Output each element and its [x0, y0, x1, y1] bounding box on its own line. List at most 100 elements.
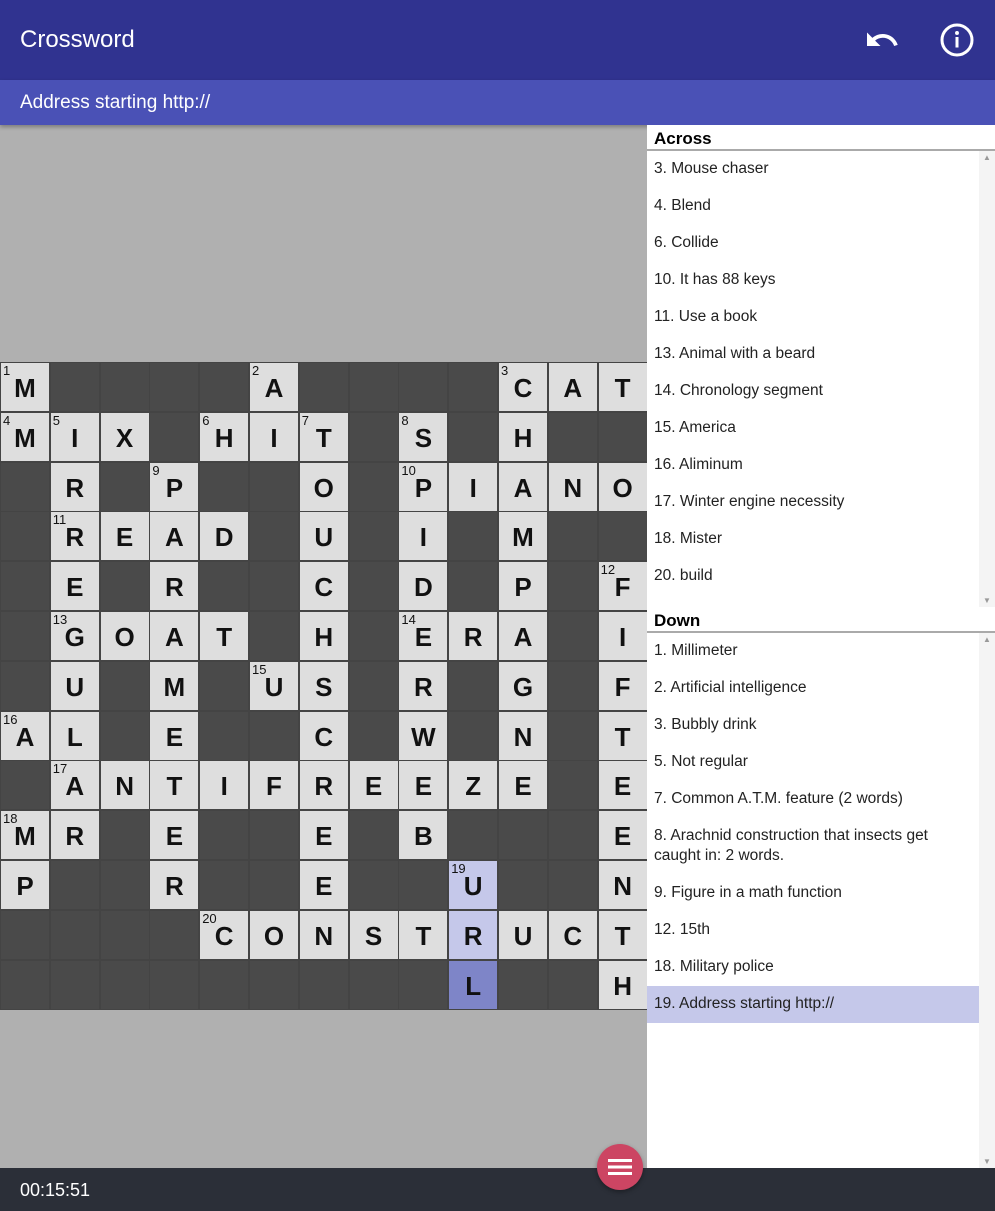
grid-cell[interactable]: A	[149, 511, 200, 562]
grid-cell[interactable]: T	[597, 909, 647, 960]
grid-cell[interactable]: 2A	[249, 362, 299, 412]
clue-item[interactable]: 4. Blend	[647, 188, 979, 225]
grid-cell[interactable]: R	[448, 611, 499, 661]
clue-item[interactable]: 20. build	[647, 558, 979, 595]
grid-cell[interactable]: R	[448, 909, 499, 960]
grid-cell[interactable]: R	[149, 860, 200, 910]
grid-cell[interactable]: C	[298, 710, 349, 761]
grid-cell[interactable]: D	[199, 511, 250, 562]
grid-cell[interactable]: T	[398, 909, 449, 960]
clue-item[interactable]: 3. Bubbly drink	[647, 707, 979, 744]
grid-cell[interactable]: 20 C	[199, 909, 250, 960]
clue-item[interactable]: 13. Animal with a beard	[647, 336, 979, 373]
clue-item[interactable]: 3. Mouse chaser	[647, 151, 979, 188]
grid-cell[interactable]: H	[498, 411, 548, 462]
clue-item[interactable]: 14. Chronology segment	[647, 373, 979, 410]
grid-cell[interactable]: 16 A	[0, 710, 50, 761]
grid-cell[interactable]: M	[149, 660, 200, 711]
clue-item[interactable]: 5. Not regular	[647, 744, 979, 781]
grid-cell[interactable]: 5I	[49, 411, 100, 462]
clue-item[interactable]: 8. Arachnid construction that insects ge…	[647, 818, 979, 875]
grid-cell[interactable]: O	[298, 461, 349, 512]
grid-cell[interactable]: I	[199, 760, 250, 811]
grid-cell[interactable]: A	[498, 461, 548, 512]
grid-cell[interactable]: 7T	[298, 411, 349, 462]
clue-item[interactable]: 10. It has 88 keys	[647, 262, 979, 299]
grid-cell[interactable]: R	[298, 760, 349, 811]
grid-cell[interactable]: E	[597, 760, 647, 811]
grid-cell[interactable]: E	[348, 760, 399, 811]
grid-cell[interactable]: 14 E	[398, 611, 449, 661]
info-button[interactable]	[937, 20, 977, 60]
grid-cell[interactable]: U	[49, 660, 100, 711]
grid-cell[interactable]: 11 R	[49, 511, 100, 562]
grid-cell[interactable]: N	[547, 461, 598, 512]
grid-cell[interactable]: R	[49, 810, 100, 861]
clue-item[interactable]: 12. 15th	[647, 912, 979, 949]
grid-cell[interactable]: R	[398, 660, 449, 711]
grid-cell[interactable]: 3C	[498, 362, 548, 412]
grid-cell[interactable]: M	[498, 511, 548, 562]
grid-cell[interactable]: P	[498, 561, 548, 612]
grid-cell[interactable]: 10 P	[398, 461, 449, 512]
grid-cell[interactable]: E	[398, 760, 449, 811]
clue-item[interactable]: 7. Common A.T.M. feature (2 words)	[647, 781, 979, 818]
grid-cell[interactable]: E	[298, 860, 349, 910]
grid-cell[interactable]: A	[149, 611, 200, 661]
grid-cell[interactable]: E	[597, 810, 647, 861]
grid-cell[interactable]: C	[547, 909, 598, 960]
grid-cell[interactable]: D	[398, 561, 449, 612]
grid-cell[interactable]: T	[597, 362, 647, 412]
clue-item[interactable]: 11. Use a book	[647, 299, 979, 336]
grid-cell[interactable]: H	[298, 611, 349, 661]
clue-item[interactable]: 19. Address starting http://	[647, 986, 979, 1023]
grid-cell[interactable]: T	[199, 611, 250, 661]
grid-cell[interactable]: I	[249, 411, 299, 462]
grid-cell[interactable]: H	[597, 959, 647, 1010]
grid-cell[interactable]: I	[597, 611, 647, 661]
clue-item[interactable]: 18. Mister	[647, 521, 979, 558]
grid-cell[interactable]: F	[249, 760, 299, 811]
grid-cell[interactable]: E	[149, 810, 200, 861]
clue-item[interactable]: 9. Figure in a math function	[647, 875, 979, 912]
clue-item[interactable]: 6. Collide	[647, 225, 979, 262]
grid-cell[interactable]: N	[99, 760, 150, 811]
clue-item[interactable]: 1. Millimeter	[647, 633, 979, 670]
grid-cell[interactable]: E	[49, 561, 100, 612]
grid-cell[interactable]: N	[597, 860, 647, 910]
grid-cell[interactable]: L	[448, 959, 499, 1010]
grid-cell[interactable]: O	[249, 909, 299, 960]
grid-cell[interactable]: N	[298, 909, 349, 960]
grid-cell[interactable]: G	[498, 660, 548, 711]
across-scrollbar[interactable]: ▲ ▼	[979, 151, 995, 607]
grid-cell[interactable]: 17 A	[49, 760, 100, 811]
grid-cell[interactable]: 13 G	[49, 611, 100, 661]
grid-cell[interactable]: 8S	[398, 411, 449, 462]
grid-cell[interactable]: E	[99, 511, 150, 562]
grid-cell[interactable]: A	[547, 362, 598, 412]
grid-cell[interactable]: 9P	[149, 461, 200, 512]
grid-cell[interactable]: E	[149, 710, 200, 761]
grid-cell[interactable]: Z	[448, 760, 499, 811]
grid-cell[interactable]: U	[498, 909, 548, 960]
grid-cell[interactable]: S	[298, 660, 349, 711]
grid-cell[interactable]: U	[298, 511, 349, 562]
grid-cell[interactable]: E	[498, 760, 548, 811]
down-scrollbar[interactable]: ▲ ▼	[979, 633, 995, 1168]
grid-cell[interactable]: 1M	[0, 362, 50, 412]
grid-cell[interactable]: B	[398, 810, 449, 861]
clue-item[interactable]: 16. Aliminum	[647, 447, 979, 484]
grid-cell[interactable]: 18 M	[0, 810, 50, 861]
grid-cell[interactable]: S	[348, 909, 399, 960]
grid-cell[interactable]: 19 U	[448, 860, 499, 910]
grid-cell[interactable]: L	[49, 710, 100, 761]
grid-cell[interactable]: F	[597, 660, 647, 711]
grid-cell[interactable]: O	[99, 611, 150, 661]
grid-cell[interactable]: W	[398, 710, 449, 761]
clue-item[interactable]: 17. Winter engine necessity	[647, 484, 979, 521]
grid-cell[interactable]: 12 F	[597, 561, 647, 612]
grid-cell[interactable]: P	[0, 860, 50, 910]
clue-item[interactable]: 15. America	[647, 410, 979, 447]
grid-cell[interactable]: T	[149, 760, 200, 811]
grid-cell[interactable]: N	[498, 710, 548, 761]
